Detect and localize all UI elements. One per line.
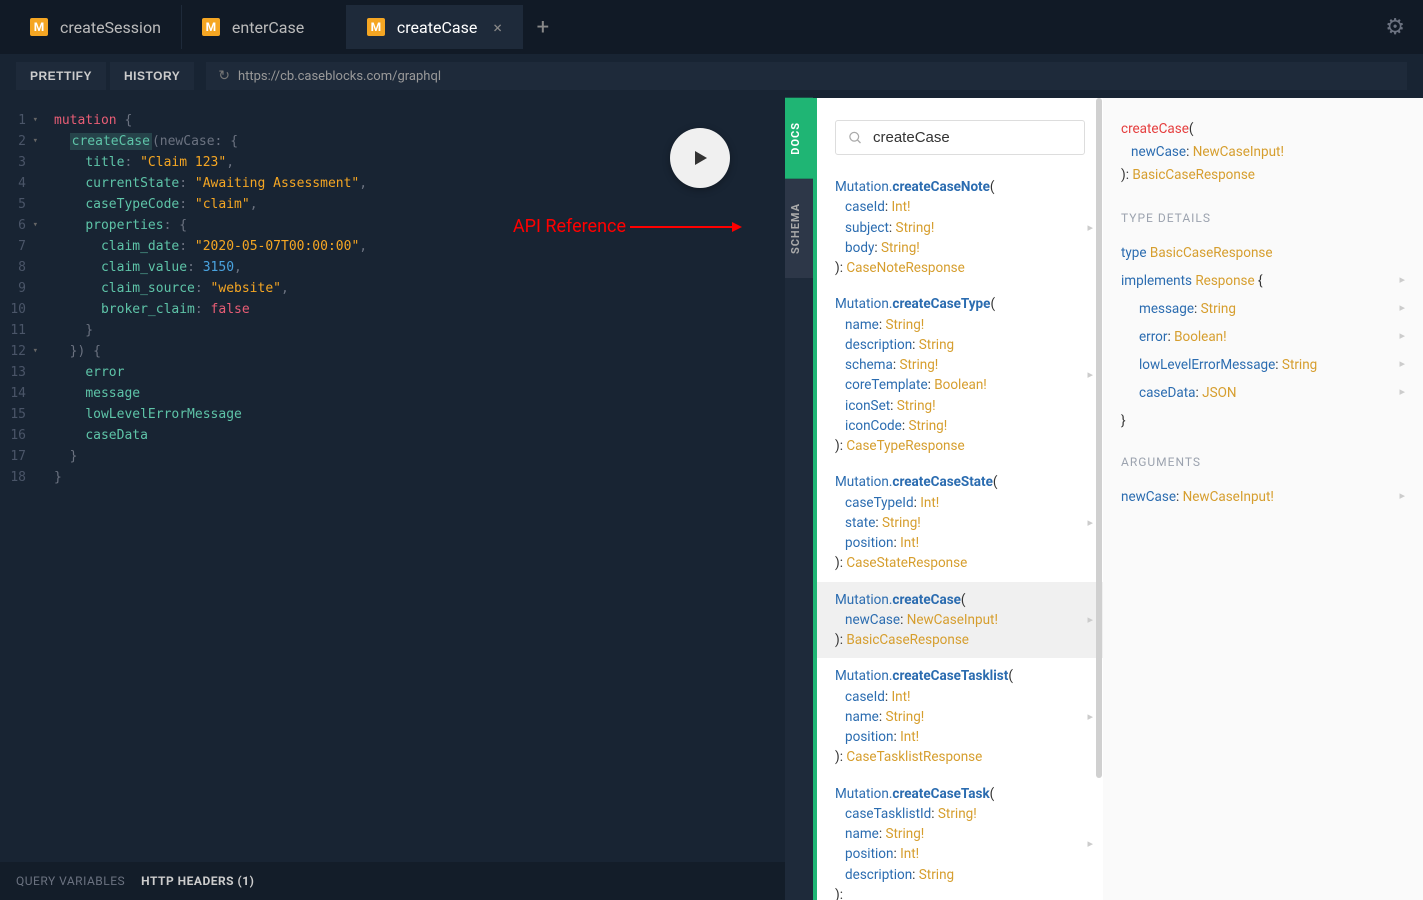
doc-result-createCaseTasklist[interactable]: Mutation.createCaseTasklist( caseId: Int… [817, 658, 1103, 775]
editor-pane: 123456789101112131415161718 mutation { c… [0, 98, 785, 900]
endpoint-url: https://cb.caseblocks.com/graphql [238, 69, 441, 84]
docs-pane: Mutation.createCaseNote( caseId: Int! su… [813, 98, 1103, 900]
doc-result-createCase[interactable]: Mutation.createCase( newCase: NewCaseInp… [817, 582, 1103, 659]
line-gutter: 123456789101112131415161718 [0, 110, 36, 488]
tab-createCase[interactable]: McreateCase × [347, 5, 523, 49]
tab-schema[interactable]: SCHEMA [785, 179, 813, 278]
field-lowLevelErrorMessage[interactable]: lowLevelErrorMessage: String▸ [1121, 351, 1405, 379]
chevron-right-icon: ▸ [1087, 219, 1093, 236]
api-reference-annotation: API Reference [513, 216, 740, 237]
type-details-heading: TYPE DETAILS [1121, 211, 1405, 225]
search-box[interactable] [835, 120, 1085, 155]
typedef-line: type BasicCaseResponse [1121, 239, 1405, 267]
implements-line[interactable]: implements Response {▸ [1121, 267, 1405, 295]
prettify-button[interactable]: PRETTIFY [16, 62, 106, 90]
doc-result-createCaseNote[interactable]: Mutation.createCaseNote( caseId: Int! su… [817, 169, 1103, 286]
details-pane: createCase( newCase: NewCaseInput! ): Ba… [1103, 98, 1423, 900]
side-tabs: DOCS SCHEMA [785, 98, 813, 900]
field-error[interactable]: error: Boolean!▸ [1121, 323, 1405, 351]
main-area: 123456789101112131415161718 mutation { c… [0, 98, 1423, 900]
run-button[interactable] [670, 128, 730, 188]
chevron-right-icon: ▸ [1087, 367, 1093, 384]
mutation-icon: M [367, 18, 385, 36]
chevron-right-icon: ▸ [1087, 709, 1093, 726]
toolbar: PRETTIFY HISTORY ↻ https://cb.caseblocks… [0, 54, 1423, 98]
refresh-icon[interactable]: ↻ [218, 68, 230, 84]
chevron-right-icon: ▸ [1087, 836, 1093, 853]
add-tab-button[interactable]: + [523, 5, 563, 49]
code-content[interactable]: mutation { createCase(newCase: { title: … [36, 110, 367, 488]
history-button[interactable]: HISTORY [110, 62, 194, 90]
field-message[interactable]: message: String▸ [1121, 295, 1405, 323]
arguments-heading: ARGUMENTS [1121, 455, 1405, 469]
doc-result-createCaseType[interactable]: Mutation.createCaseType( name: String! d… [817, 286, 1103, 464]
field-caseData[interactable]: caseData: JSON▸ [1121, 379, 1405, 407]
bottom-tabs: QUERY VARIABLES HTTP HEADERS (1) [0, 862, 785, 900]
tab-docs[interactable]: DOCS [785, 98, 813, 179]
arg-newCase[interactable]: newCase: NewCaseInput!▸ [1121, 483, 1405, 511]
url-bar[interactable]: ↻ https://cb.caseblocks.com/graphql [206, 62, 1407, 90]
chevron-right-icon: ▸ [1399, 329, 1405, 342]
doc-result-createCaseTask[interactable]: Mutation.createCaseTask( caseTasklistId:… [817, 776, 1103, 900]
scrollbar[interactable] [1095, 98, 1103, 900]
chevron-right-icon: ▸ [1399, 385, 1405, 398]
chevron-right-icon: ▸ [1399, 301, 1405, 314]
play-icon [688, 146, 712, 170]
chevron-right-icon: ▸ [1399, 357, 1405, 370]
tab-label: createSession [60, 18, 161, 37]
close-icon[interactable]: × [493, 18, 502, 37]
tab-query-variables[interactable]: QUERY VARIABLES [16, 874, 125, 888]
tab-enterCase[interactable]: MenterCase [182, 5, 347, 49]
tab-label: createCase [397, 18, 477, 37]
signature: createCase( newCase: NewCaseInput! ): Ba… [1121, 118, 1405, 187]
chevron-right-icon: ▸ [1399, 273, 1405, 286]
mutation-icon: M [202, 18, 220, 36]
arrow-icon [630, 226, 740, 228]
brace-close: } [1121, 407, 1405, 435]
mutation-icon: M [30, 18, 48, 36]
tab-label: enterCase [232, 18, 304, 37]
doc-result-createCaseState[interactable]: Mutation.createCaseState( caseTypeId: In… [817, 464, 1103, 581]
tab-http-headers[interactable]: HTTP HEADERS (1) [141, 874, 254, 888]
chevron-right-icon: ▸ [1087, 515, 1093, 532]
chevron-right-icon: ▸ [1399, 489, 1405, 502]
search-input[interactable] [873, 129, 1072, 146]
tab-bar: McreateSessionMenterCaseMcreateCase× + ⚙ [0, 0, 1423, 54]
search-icon [848, 130, 863, 146]
code-editor[interactable]: 123456789101112131415161718 mutation { c… [0, 98, 785, 488]
gear-icon[interactable]: ⚙ [1385, 15, 1405, 40]
tab-createSession[interactable]: McreateSession [10, 5, 182, 49]
chevron-right-icon: ▸ [1087, 612, 1093, 629]
